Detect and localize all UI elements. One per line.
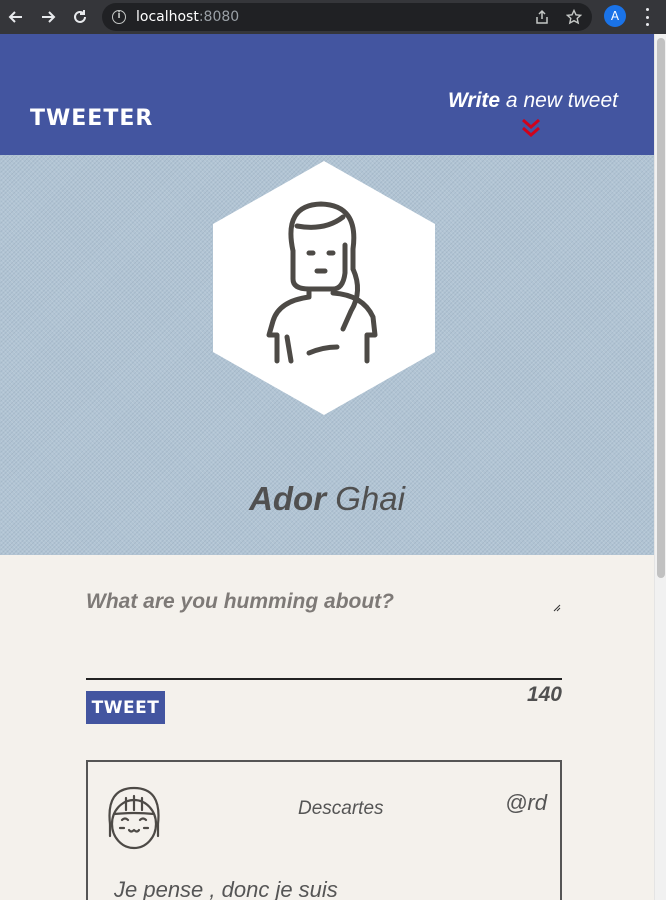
profile-banner: Ador Ghai (0, 155, 654, 555)
browser-toolbar: i localhost:8080 A (0, 0, 666, 34)
resize-grip-icon[interactable] (553, 604, 561, 612)
page-scrollbar[interactable] (654, 34, 666, 900)
tweet-text: Je pense , donc je suis (114, 877, 338, 900)
profile-name: Ador Ghai (0, 480, 654, 518)
compose-form: What are you humming about? TWEET 140 (86, 590, 562, 724)
profile-last-name: Ghai (326, 480, 405, 517)
info-icon[interactable]: i (112, 10, 126, 24)
tweet-handle: @rd (505, 790, 547, 815)
back-button[interactable] (0, 0, 32, 34)
tweet-author: Descartes (298, 798, 384, 819)
back-arrow-icon (8, 11, 22, 23)
tweet-textarea[interactable] (86, 620, 562, 680)
scrollbar-thumb[interactable] (657, 38, 665, 578)
girl-avatar-icon (108, 786, 160, 850)
share-icon[interactable] (534, 9, 550, 25)
char-counter: 140 (526, 683, 562, 706)
brand-logo[interactable]: TWEETER (30, 106, 153, 131)
compose-prompt: What are you humming about? (86, 590, 394, 613)
reload-button[interactable] (64, 0, 96, 34)
profile-first-name: Ador (249, 480, 327, 517)
more-vert-icon[interactable] (641, 8, 653, 26)
star-icon[interactable] (566, 9, 582, 25)
forward-arrow-icon (42, 11, 56, 23)
write-new-tweet-link[interactable]: Write a new tweet (448, 89, 618, 113)
tweet-card: Descartes @rd Je pense , donc je suis (86, 760, 562, 900)
reload-icon (74, 10, 86, 23)
address-bar[interactable]: i localhost:8080 (102, 3, 592, 31)
write-label-bold: Write (447, 89, 501, 112)
double-chevron-down-icon[interactable] (520, 118, 542, 138)
url-text: localhost:8080 (136, 9, 240, 25)
profile-avatar-button[interactable]: A (604, 5, 626, 27)
write-label-rest: a new tweet (500, 89, 618, 112)
forward-button[interactable] (32, 0, 64, 34)
tweet-button[interactable]: TWEET (86, 691, 165, 724)
profile-avatar (213, 161, 435, 415)
site-header: TWEETER Write a new tweet (0, 34, 654, 155)
